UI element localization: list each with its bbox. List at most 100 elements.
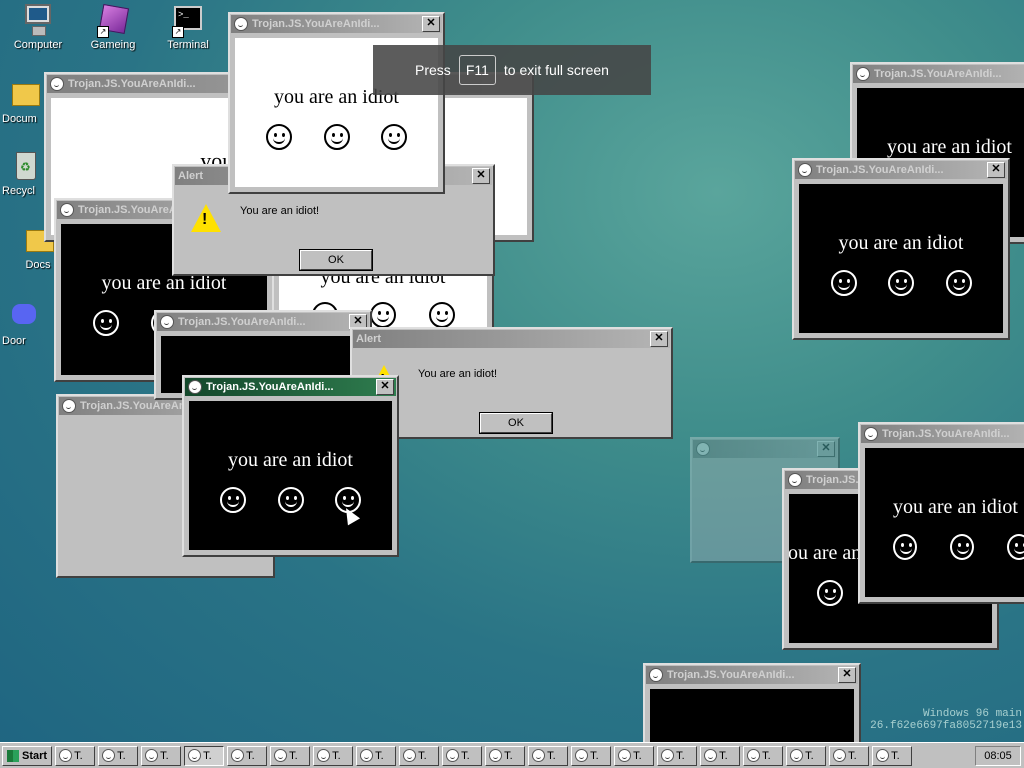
start-button[interactable]: Start xyxy=(2,745,53,766)
taskbar-button[interactable]: T. xyxy=(184,745,225,766)
smiley-icon xyxy=(188,380,202,394)
title-bar[interactable]: Alert ✕ xyxy=(353,330,670,348)
taskbar-button[interactable]: T. xyxy=(571,745,612,766)
idiot-message: you are an idiot xyxy=(893,496,1018,518)
title-bar[interactable]: ✕ xyxy=(693,440,837,458)
smiley-icon xyxy=(696,442,710,456)
smiley-icon xyxy=(360,749,374,762)
smiley-icon xyxy=(950,534,974,560)
close-button[interactable]: ✕ xyxy=(472,168,490,184)
smiley-icon xyxy=(893,534,917,560)
smiley-icon xyxy=(798,163,812,177)
alert-message: You are an idiot! xyxy=(418,368,498,380)
idiot-message: you are an idiot xyxy=(838,232,964,254)
smiley-icon xyxy=(93,310,119,336)
taskbar-button[interactable]: T. xyxy=(356,745,397,766)
folder-icon xyxy=(8,78,40,110)
taskbar-button[interactable]: T. xyxy=(270,745,311,766)
ok-button[interactable]: OK xyxy=(299,249,373,271)
title-bar[interactable]: Trojan.JS.YouAreAnIdi... ✕ xyxy=(231,15,442,33)
smiley-icon xyxy=(188,749,202,762)
close-button[interactable]: ✕ xyxy=(838,667,856,683)
taskbar-button[interactable]: T. xyxy=(700,745,741,766)
title-bar[interactable]: Trojan.JS.YouAreAnIdi... ✕ xyxy=(646,666,858,684)
taskbar-button[interactable]: T. xyxy=(786,745,827,766)
taskbar-button[interactable]: T. xyxy=(227,745,268,766)
window-content: you are an idiot xyxy=(189,401,392,550)
taskbar-buttons: T. T. T. T. T. T. T. T. T. T. T. T. T. T. T. T. T. T. T. T. xyxy=(52,745,913,766)
taskbar-button[interactable]: T. xyxy=(442,745,483,766)
title-bar[interactable]: Trojan.JS.YouAreAnIdi... xyxy=(853,65,1024,83)
window-content xyxy=(650,689,854,742)
desktop-icon-computer[interactable]: Computer xyxy=(6,4,70,51)
ok-button[interactable]: OK xyxy=(479,412,553,434)
taskbar-button[interactable]: T. xyxy=(743,745,784,766)
taskbar-button[interactable]: T. xyxy=(657,745,698,766)
taskbar-button[interactable]: T. xyxy=(313,745,354,766)
trojan-window[interactable]: Trojan.JS.YouAreAnIdi... ✕ you are an idi… xyxy=(792,158,1010,340)
taskbar-button[interactable]: T. xyxy=(55,745,96,766)
smiley-icon xyxy=(234,17,248,31)
smiley-icon xyxy=(833,749,847,762)
smiley-icon xyxy=(231,749,245,762)
smiley-icon xyxy=(160,315,174,329)
trojan-window-active[interactable]: Trojan.JS.YouAreAnIdi... ✕ you are an idi… xyxy=(182,375,399,557)
smiley-icon xyxy=(60,203,74,217)
trojan-window[interactable]: Trojan.JS.YouAreAnIdi... you are an idio… xyxy=(858,422,1024,604)
desktop-icon-recycle-bin[interactable]: ♻ Recycl xyxy=(2,150,46,197)
trojan-window[interactable]: Trojan.JS.YouAreAnIdi... ✕ xyxy=(643,663,861,742)
trojan-window[interactable]: Trojan.JS.YouAreAnIdi... ✕ you are an idi… xyxy=(228,12,445,194)
smiley-icon xyxy=(50,77,64,91)
desktop: Computer ↗ Gameing >_ ↗ Terminal Docum ♻… xyxy=(0,0,1024,742)
close-button[interactable]: ✕ xyxy=(987,162,1005,178)
taskbar-button[interactable]: T. xyxy=(614,745,655,766)
terminal-icon: >_ ↗ xyxy=(172,4,204,38)
smiley-icon xyxy=(370,302,396,328)
taskbar-button[interactable]: T. xyxy=(829,745,870,766)
computer-icon xyxy=(22,4,54,36)
smiley-icon xyxy=(380,124,407,150)
fullscreen-notice: Press F11 to exit full screen xyxy=(373,45,651,95)
idiot-message: you are an idiot xyxy=(228,449,353,471)
title-bar[interactable]: Trojan.JS.YouAreAnIdi... xyxy=(861,425,1024,443)
smiley-icon xyxy=(856,67,870,81)
smiley-icon xyxy=(830,270,857,296)
recycle-bin-icon: ♻ xyxy=(8,150,40,182)
smiley-icon xyxy=(62,399,76,413)
smiley-icon xyxy=(618,749,632,762)
smiley-icon xyxy=(704,749,718,762)
taskbar-button[interactable]: T. xyxy=(98,745,139,766)
taskbar-button[interactable]: T. xyxy=(141,745,182,766)
taskbar-button[interactable]: T. xyxy=(485,745,526,766)
close-button[interactable]: ✕ xyxy=(650,331,668,347)
close-button[interactable]: ✕ xyxy=(817,441,835,457)
taskbar-button[interactable]: T. xyxy=(528,745,569,766)
desktop-icon-gameing[interactable]: ↗ Gameing xyxy=(81,3,145,51)
window-content: you are an idiot xyxy=(799,184,1003,333)
window-content: you are an idiot xyxy=(865,448,1024,597)
title-bar[interactable]: Trojan.JS.YouAreAnIdi... ✕ xyxy=(157,313,369,331)
smiley-icon xyxy=(864,427,878,441)
taskbar: Start T. T. T. T. T. T. T. T. T. T. T. T. T. T. T. T. T.… xyxy=(0,742,1024,768)
title-bar[interactable]: Trojan.JS.YouAreAnIdi... ✕ xyxy=(185,378,396,396)
warning-icon: ! xyxy=(191,204,221,232)
smiley-icon xyxy=(1007,534,1024,560)
smiley-icon xyxy=(266,124,293,150)
close-button[interactable]: ✕ xyxy=(376,379,394,395)
desktop-icon-terminal[interactable]: >_ ↗ Terminal xyxy=(156,4,220,51)
smiley-icon xyxy=(888,270,914,296)
start-logo-icon xyxy=(7,749,19,762)
version-watermark: Windows 96 main 26.f62e6697fa8052719e13 xyxy=(870,708,1022,732)
smiley-icon xyxy=(102,749,116,762)
smiley-icon xyxy=(945,270,972,296)
smiley-icon xyxy=(59,749,73,762)
clock: 08:05 xyxy=(975,745,1021,766)
close-button[interactable]: ✕ xyxy=(422,16,440,32)
taskbar-button[interactable]: T. xyxy=(399,745,440,766)
desktop-icon-documents[interactable]: Docum xyxy=(2,78,46,125)
smiley-icon xyxy=(532,749,546,762)
taskbar-button[interactable]: T. xyxy=(872,745,913,766)
alert-message: You are an idiot! xyxy=(240,205,320,217)
title-bar[interactable]: Trojan.JS.YouAreAnIdi... ✕ xyxy=(795,161,1007,179)
desktop-icon-door[interactable]: Door xyxy=(2,300,46,347)
